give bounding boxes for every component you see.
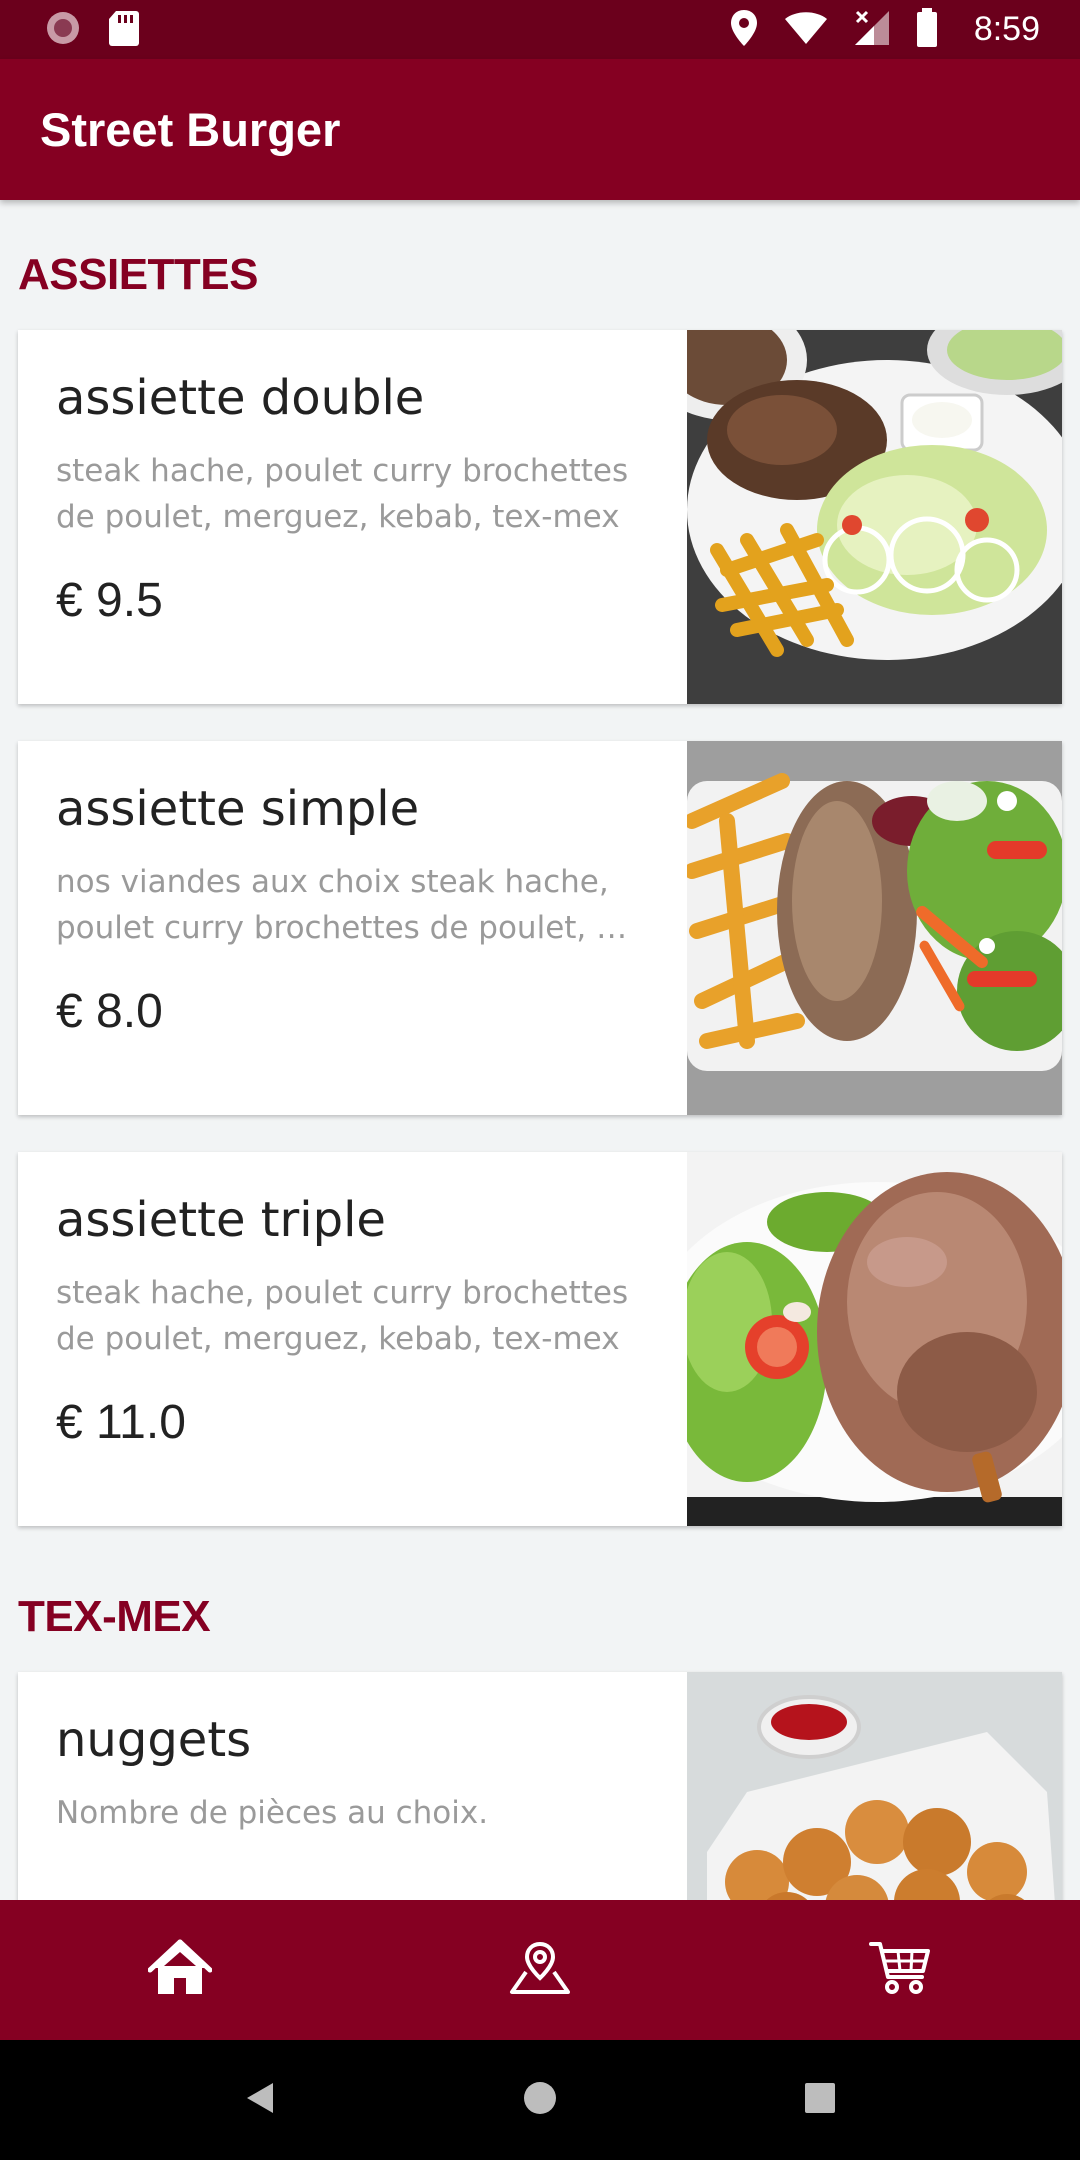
- menu-item-image: [687, 330, 1062, 704]
- menu-item-image: [687, 1672, 1062, 1900]
- nav-location[interactable]: [480, 1910, 600, 2030]
- section-title-tex-mex: TEX-MEX: [18, 1592, 211, 1641]
- app-bar: Street Burger: [0, 59, 1080, 200]
- menu-item-card[interactable]: assiette simple nos viandes aux choix st…: [18, 741, 1062, 1115]
- section-title-assiettes: ASSIETTES: [18, 250, 259, 299]
- recents-icon: [804, 2082, 836, 2118]
- menu-item-name: assiette simple: [56, 781, 420, 837]
- home-circle-icon: [522, 2080, 558, 2120]
- menu-item-image: [687, 1152, 1062, 1526]
- menu-item-price: € 8.0: [56, 985, 163, 1038]
- back-icon: [243, 2080, 277, 2120]
- menu-item-card[interactable]: assiette double steak hache, poulet curr…: [18, 330, 1062, 704]
- recents-button[interactable]: [790, 2070, 850, 2130]
- system-navigation-bar: [0, 2040, 1080, 2160]
- menu-item-description: steak hache, poulet curry brochettes de …: [56, 453, 629, 535]
- status-left: [44, 9, 140, 51]
- menu-item-price: € 11.0: [56, 1396, 186, 1449]
- app-notification-icon: [44, 9, 82, 51]
- location-icon: [730, 9, 758, 51]
- map-pin-icon: [508, 1940, 572, 2000]
- nav-cart[interactable]: [840, 1910, 960, 2030]
- menu-item-image: [687, 741, 1062, 1115]
- signal-icon: [854, 10, 890, 50]
- menu-list[interactable]: ASSIETTES assiette double steak hache, p…: [0, 200, 1080, 1900]
- cart-icon: [868, 1939, 932, 2001]
- app-title: Street Burger: [40, 103, 341, 156]
- menu-item-description: nos viandes aux choix steak hache, poule…: [56, 864, 628, 946]
- menu-item-name: nuggets: [56, 1712, 252, 1768]
- menu-item-description: steak hache, poulet curry brochettes de …: [56, 1275, 629, 1357]
- nav-home[interactable]: [120, 1910, 240, 2030]
- status-bar: 8:59: [0, 0, 1080, 59]
- home-icon: [147, 1938, 213, 2002]
- menu-item-name: assiette triple: [56, 1192, 386, 1248]
- menu-item-description: Nombre de pièces au choix.: [56, 1795, 489, 1831]
- status-time: 8:59: [973, 10, 1040, 48]
- sd-card-icon: [108, 9, 140, 51]
- menu-item-card[interactable]: assiette triple steak hache, poulet curr…: [18, 1152, 1062, 1526]
- home-button[interactable]: [510, 2070, 570, 2130]
- menu-item-name: assiette double: [56, 370, 425, 426]
- wifi-icon: [784, 11, 828, 49]
- status-right: 8:59: [730, 7, 1040, 52]
- bottom-navigation: [0, 1900, 1080, 2040]
- menu-item-card[interactable]: nuggets Nombre de pièces au choix.: [18, 1672, 1062, 1900]
- battery-icon: [916, 7, 938, 52]
- menu-item-price: € 9.5: [56, 574, 163, 627]
- back-button[interactable]: [230, 2070, 290, 2130]
